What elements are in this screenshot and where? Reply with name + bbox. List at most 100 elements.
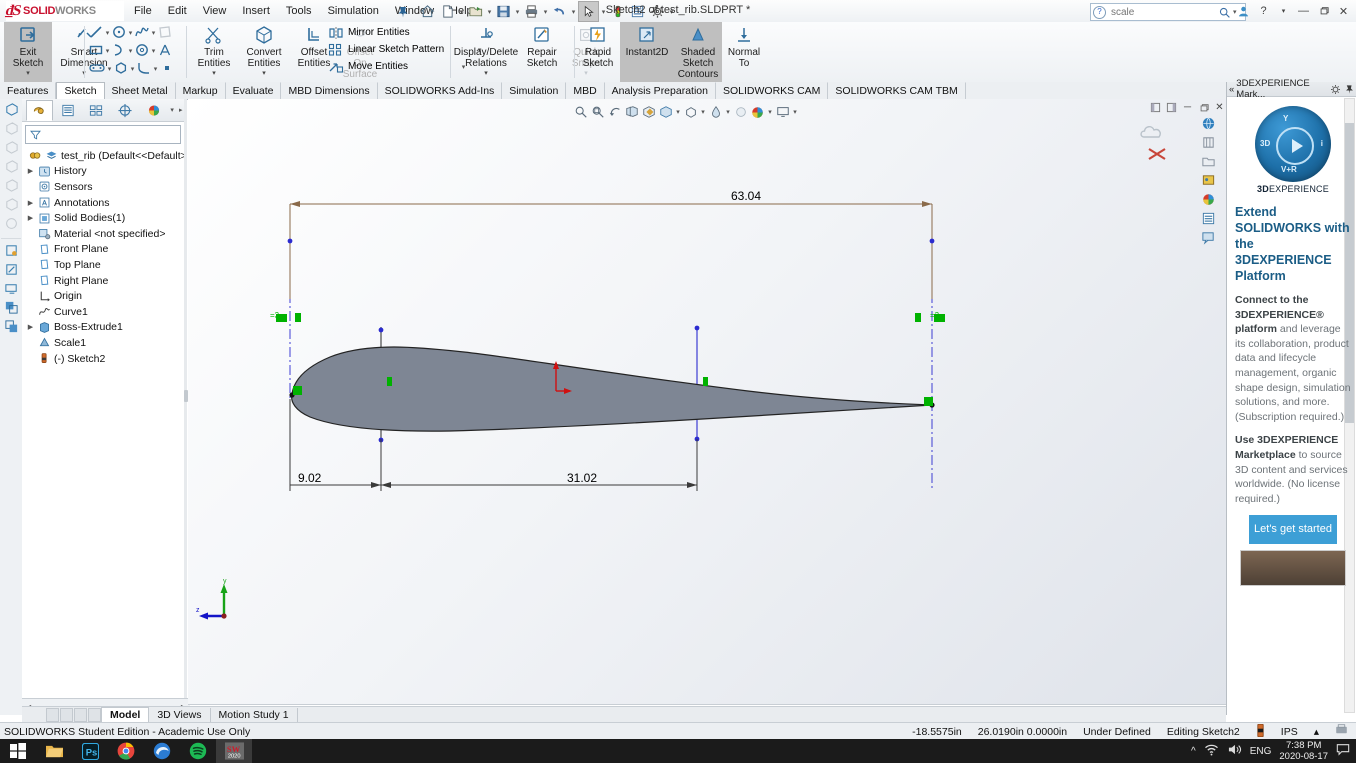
help-caret-icon[interactable]: ▾ — [1275, 2, 1292, 20]
view-cube-icon-6[interactable] — [1, 195, 21, 213]
tree-item-front-plane[interactable]: Front Plane — [26, 242, 184, 258]
volume-icon[interactable] — [1227, 743, 1242, 759]
gear-icon[interactable] — [1330, 84, 1341, 95]
instant2d-button[interactable]: Instant2D — [620, 22, 674, 82]
rectangle-icon[interactable] — [88, 42, 104, 61]
taskbar-clock[interactable]: 7:38 PM 2020-08-17 — [1279, 740, 1328, 762]
view-cube-icon-7[interactable] — [1, 214, 21, 232]
circle-caret-icon[interactable]: ▾ — [127, 24, 134, 42]
line-icon[interactable] — [88, 24, 104, 43]
copy-surfaces-icon[interactable] — [1, 298, 21, 316]
collapse-chevron-icon[interactable]: « — [1229, 84, 1234, 95]
trim-entities-button[interactable]: Trim Entities ▾ — [190, 22, 238, 82]
slot-icon[interactable] — [88, 60, 106, 79]
tree-item-scale1[interactable]: Scale1 — [26, 335, 184, 351]
command-manager-tabs[interactable]: Features Sketch Sheet Metal Markup Evalu… — [0, 82, 1356, 100]
tab-mbd[interactable]: MBD — [566, 82, 605, 99]
arc-caret-icon[interactable]: ▾ — [127, 42, 134, 60]
shaded-sketch-contours-button[interactable]: Shaded Sketch Contours — [674, 22, 722, 82]
close-button[interactable]: ✕ — [1335, 2, 1352, 20]
tree-item-material[interactable]: Material <not specified> — [26, 226, 184, 242]
windows-taskbar[interactable]: Ps SW 2020 ^ ENG 7:38 PM 2020-08-17 — [0, 739, 1356, 763]
convert-entities-caret-icon[interactable]: ▾ — [262, 70, 266, 77]
perimeter-circle-caret-icon[interactable]: ▾ — [150, 42, 157, 60]
task-pane-header[interactable]: « 3DEXPERIENCE Mark... — [1227, 78, 1356, 100]
arc-icon[interactable] — [111, 42, 127, 61]
spline-caret-icon[interactable]: ▾ — [150, 24, 157, 42]
point-icon[interactable] — [159, 60, 175, 79]
rectangle-caret-icon[interactable]: ▾ — [104, 42, 111, 60]
view-cube-icon-3[interactable] — [1, 138, 21, 156]
property-manager-tab[interactable] — [55, 100, 82, 121]
circle-icon[interactable] — [111, 24, 127, 43]
dimxpert-tab[interactable] — [112, 100, 139, 121]
tab-simulation[interactable]: Simulation — [502, 82, 567, 99]
promo-image[interactable] — [1240, 550, 1346, 587]
wifi-icon[interactable] — [1204, 744, 1219, 759]
fillet-caret-icon[interactable]: ▾ — [152, 60, 159, 78]
search-input[interactable] — [1109, 5, 1218, 19]
feature-manager-overflow-caret-icon[interactable]: ▾ — [169, 101, 176, 119]
exit-sketch-caret-icon[interactable]: ▾ — [26, 70, 30, 77]
edit-sketch-rail-icon[interactable] — [1, 260, 21, 278]
tab-sketch[interactable]: Sketch — [56, 82, 105, 100]
doc-tab-motion-study-1[interactable]: Motion Study 1 — [211, 707, 298, 723]
display-screen-icon[interactable] — [1, 279, 21, 297]
feature-filter-input[interactable] — [25, 125, 181, 144]
rapid-sketch-button[interactable]: Rapid Sketch — [576, 22, 620, 82]
edge-icon[interactable] — [144, 739, 180, 763]
search-box[interactable]: ? ▾ — [1090, 3, 1246, 21]
configuration-manager-tab[interactable] — [83, 100, 110, 121]
feature-manager-splitter[interactable] — [184, 99, 187, 715]
minimize-button[interactable]: — — [1295, 2, 1312, 20]
tree-item-sketch2[interactable]: (-) Sketch2 — [26, 351, 184, 367]
chord-dimension-value[interactable]: 63.04 — [731, 189, 761, 203]
doc-tab-model[interactable]: Model — [101, 707, 150, 723]
spotify-icon[interactable] — [180, 739, 216, 763]
window-controls[interactable]: ? ▾ — ✕ — [1235, 1, 1352, 21]
view-cube-icon-2[interactable] — [1, 119, 21, 137]
system-tray[interactable]: ^ ENG 7:38 PM 2020-08-17 — [1191, 740, 1356, 762]
copy-bodies-icon[interactable] — [1, 317, 21, 335]
action-center-icon[interactable] — [1336, 743, 1350, 759]
status-sketch-icon[interactable] — [1256, 723, 1265, 740]
help-button[interactable]: ? — [1255, 2, 1272, 20]
display-manager-tab[interactable] — [140, 100, 167, 121]
tree-item-sensors[interactable]: Sensors — [26, 179, 184, 195]
user-account-icon[interactable] — [1235, 2, 1252, 20]
tree-item-boss-extrude1[interactable]: ▶ Boss-Extrude1 — [26, 320, 184, 336]
status-units-caret-icon[interactable]: ▴ — [1314, 726, 1319, 738]
doc-tab-3d-views[interactable]: 3D Views — [149, 707, 211, 723]
view-cube-icon-5[interactable] — [1, 176, 21, 194]
polygon-caret-icon[interactable]: ▾ — [129, 60, 136, 78]
feature-tree-tab[interactable] — [26, 99, 53, 121]
tree-expander[interactable]: ▶ — [26, 214, 35, 222]
photoshop-icon[interactable]: Ps — [72, 739, 108, 763]
tree-item-curve1[interactable]: Curve1 — [26, 304, 184, 320]
status-print-preview-icon[interactable] — [1335, 724, 1348, 739]
left-icon-rail[interactable] — [0, 99, 23, 715]
view-cube-icon-4[interactable] — [1, 157, 21, 175]
tree-item-origin[interactable]: Origin — [26, 288, 184, 304]
perimeter-circle-icon[interactable] — [134, 42, 150, 61]
tree-item-solid-bodies[interactable]: ▶ Solid Bodies(1) — [26, 210, 184, 226]
tab-nav-buttons[interactable] — [22, 708, 101, 722]
tree-item-top-plane[interactable]: Top Plane — [26, 257, 184, 273]
tree-expander[interactable]: ▶ — [26, 167, 35, 175]
tree-item-part[interactable]: test_rib (Default<<Default>_Disp — [26, 148, 184, 164]
trim-entities-caret-icon[interactable]: ▾ — [212, 70, 216, 77]
view-cube-icon-1[interactable] — [1, 100, 21, 118]
tab-analysis-preparation[interactable]: Analysis Preparation — [605, 82, 716, 99]
sketch-color-icon[interactable] — [1, 238, 21, 259]
language-indicator[interactable]: ENG — [1250, 746, 1272, 757]
tab-solidworks-add-ins[interactable]: SOLIDWORKS Add-Ins — [378, 82, 503, 99]
normal-to-button[interactable]: Normal To — [722, 22, 766, 82]
graphics-area[interactable]: ─ ✕ ▾ ▾ ▾ ▾ ▾ 63.04 9.02 31.02 =3 =3 y z — [188, 99, 1226, 705]
fillet-icon[interactable] — [136, 60, 152, 79]
tab-evaluate[interactable]: Evaluate — [226, 82, 282, 99]
chrome-icon[interactable] — [108, 739, 144, 763]
tree-expander[interactable]: ▶ — [26, 323, 35, 331]
line-caret-icon[interactable]: ▾ — [104, 24, 111, 42]
tab-solidworks-cam[interactable]: SOLIDWORKS CAM — [716, 82, 829, 99]
document-tabs-bar[interactable]: Model 3D Views Motion Study 1 — [22, 706, 1226, 723]
